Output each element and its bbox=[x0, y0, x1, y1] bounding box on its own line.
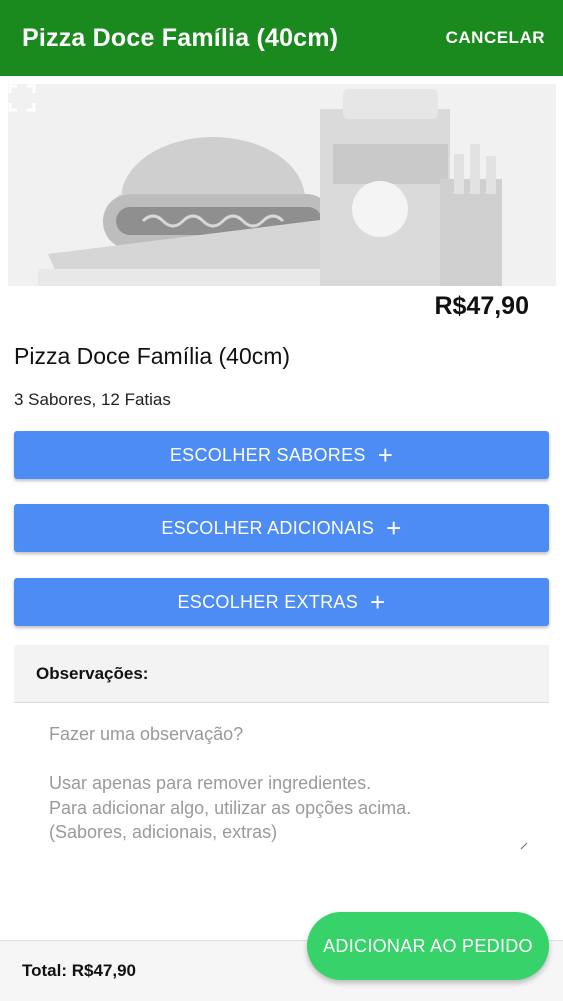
choose-additionals-button[interactable]: ESCOLHER ADICIONAIS + bbox=[14, 504, 549, 552]
plus-icon: + bbox=[370, 587, 386, 617]
choose-extras-button[interactable]: ESCOLHER EXTRAS + bbox=[14, 578, 549, 626]
expand-icon[interactable] bbox=[8, 84, 36, 112]
observations-header: Observações: bbox=[14, 645, 549, 703]
add-to-order-button[interactable]: ADICIONAR AO PEDIDO bbox=[307, 912, 549, 980]
price-badge: R$47,90 bbox=[434, 292, 529, 320]
choose-flavors-button[interactable]: ESCOLHER SABORES + bbox=[14, 431, 549, 479]
choose-additionals-label: ESCOLHER ADICIONAIS bbox=[161, 517, 375, 538]
product-name: Pizza Doce Família (40cm) bbox=[14, 343, 291, 369]
cancel-button[interactable]: CANCELAR bbox=[446, 28, 545, 48]
plus-icon: + bbox=[386, 513, 402, 543]
choose-extras-label: ESCOLHER EXTRAS bbox=[177, 591, 359, 612]
observations-textarea[interactable]: Fazer uma observação? Usar apenas para r… bbox=[14, 704, 549, 864]
page-title: Pizza Doce Família (40cm) bbox=[22, 23, 339, 52]
app-bar: Pizza Doce Família (40cm) CANCELAR bbox=[0, 0, 563, 76]
choose-flavors-label: ESCOLHER SABORES bbox=[169, 444, 366, 465]
order-total: Total: R$47,90 bbox=[22, 961, 137, 980]
plus-icon: + bbox=[377, 440, 394, 470]
resize-handle-icon[interactable] bbox=[520, 842, 528, 850]
product-description: 3 Sabores, 12 Fatias bbox=[14, 390, 171, 409]
